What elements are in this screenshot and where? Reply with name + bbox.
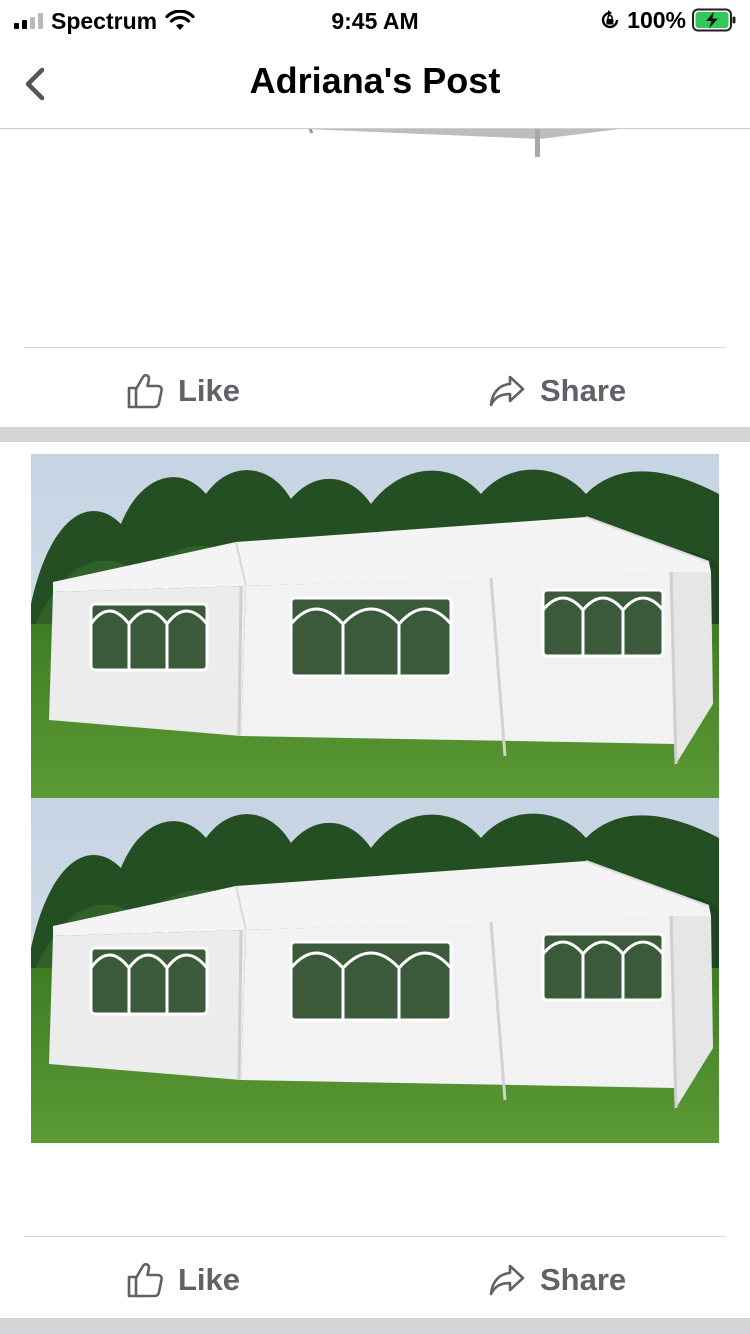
post-separator (0, 427, 750, 442)
share-label: Share (540, 373, 627, 408)
status-bar: Spectrum 9:45 AM 100% (0, 0, 750, 40)
post-photo[interactable] (31, 454, 719, 1143)
battery-percent: 100% (627, 6, 686, 33)
battery-charging-icon (692, 8, 736, 32)
thumbs-up-icon (127, 1262, 163, 1298)
party-tent-photo (31, 454, 719, 1143)
navigation-bar: Adriana's Post (0, 40, 750, 129)
like-button[interactable]: Like (126, 351, 240, 431)
thumbs-up-icon (127, 373, 163, 409)
page-title: Adriana's Post (249, 60, 501, 101)
share-button[interactable]: Share (488, 1240, 626, 1320)
share-arrow-icon (489, 1264, 525, 1296)
share-label: Share (540, 1262, 627, 1297)
divider (24, 347, 726, 348)
post-photo-previous[interactable] (0, 129, 750, 347)
like-label: Like (178, 373, 241, 408)
post-actions: Like Share (0, 1240, 750, 1320)
like-button[interactable]: Like (126, 1240, 240, 1320)
status-right: 100% (599, 6, 736, 34)
share-arrow-icon (489, 375, 525, 407)
divider (24, 1236, 726, 1237)
share-button[interactable]: Share (488, 351, 626, 431)
post-separator (0, 1318, 750, 1334)
post-actions: Like Share (0, 351, 750, 431)
tent-frame-graphic (305, 129, 620, 157)
like-label: Like (178, 1262, 241, 1297)
rotation-lock-icon (601, 10, 619, 29)
